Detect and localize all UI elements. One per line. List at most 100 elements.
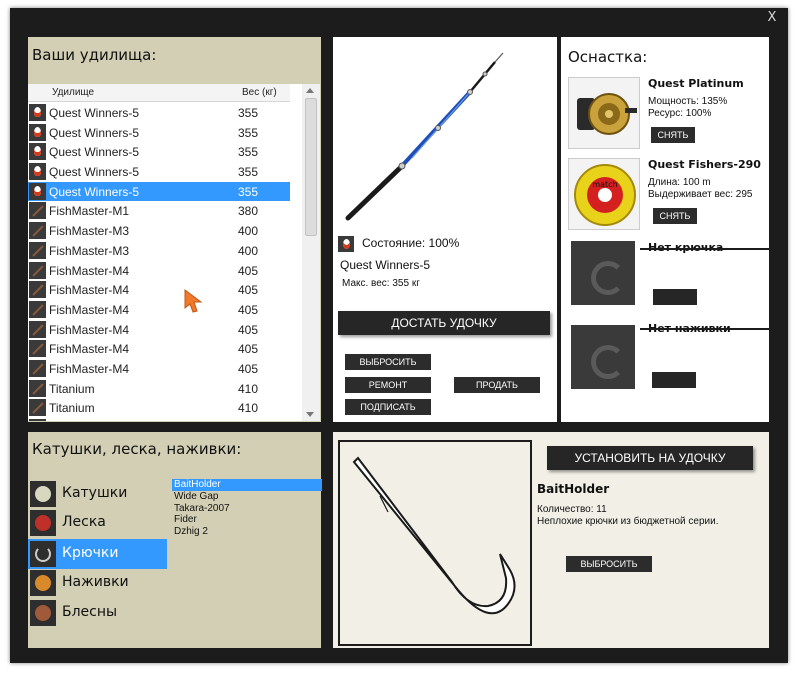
remove-line-button[interactable]: СНЯТЬ (653, 208, 697, 224)
repair-rod-button[interactable]: РЕМОНТ (345, 377, 431, 393)
rod-row[interactable]: FishMaster-M4 405 (28, 261, 290, 281)
rod-row[interactable]: FishMaster-M4 405 (28, 280, 290, 300)
rod-state: Состояние: 100% (338, 236, 459, 252)
cursor-arrow-icon (184, 289, 203, 313)
scroll-thumb[interactable] (305, 98, 317, 236)
quest-rod-icon (29, 143, 46, 161)
category-item[interactable]: Леска (28, 508, 167, 538)
scroll-down-icon[interactable] (306, 412, 314, 417)
category-item[interactable]: Крючки (28, 539, 167, 569)
category-item[interactable]: Наживки (28, 568, 167, 598)
quest-rod-icon (338, 236, 354, 252)
hook-list-item[interactable]: Dzhig 2 (172, 526, 322, 538)
rod-row[interactable]: FishMaster-M3 400 (28, 221, 290, 241)
column-header-rod[interactable]: Удилище (52, 87, 94, 98)
rod-row[interactable]: Titanium410 (28, 379, 290, 399)
hook-description: Неплохие крючки из бюджетной серии. (537, 516, 719, 527)
rod-row[interactable]: Quest Winners-5 355 (28, 103, 290, 123)
tackle-title: Оснастка: (568, 48, 648, 66)
hook-slot-empty-icon[interactable] (571, 241, 635, 305)
hook-list-item[interactable]: BaitHolder (172, 479, 322, 491)
rod-list-scrollbar[interactable] (302, 84, 320, 421)
rod-row[interactable]: Quest Winners-5 355 (28, 123, 290, 143)
rod-row[interactable]: Quest Winners-5 355 (28, 181, 290, 202)
rod-row-weight: 405 (238, 342, 259, 357)
scroll-up-icon[interactable] (306, 88, 314, 93)
line-name: Quest Fishers-290 (648, 158, 761, 171)
rod-icon (29, 379, 46, 397)
category-label: Наживки (62, 574, 129, 590)
remove-reel-button[interactable]: СНЯТЬ (651, 127, 695, 143)
hook-list-item[interactable]: Fider (172, 514, 322, 526)
rod-row[interactable]: Titanium410 (28, 398, 290, 418)
category-label: Блесны (62, 604, 118, 620)
rod-icon (29, 399, 46, 417)
hook-detail-name: BaitHolder (537, 482, 610, 496)
rod-icon (29, 241, 46, 259)
rod-list[interactable]: Удилище Вес (кг) Quest Winners-5 355 Quest… (28, 84, 320, 421)
rod-icon (29, 281, 46, 299)
category-item[interactable]: Катушки (28, 479, 167, 509)
category-label: Катушки (62, 485, 128, 501)
rod-row-weight: 410 (238, 381, 259, 396)
rod-row[interactable]: FishMaster-M4 405 (28, 320, 290, 340)
take-out-rod-button[interactable]: ДОСТАТЬ УДОЧКУ (338, 311, 550, 335)
hook-category-icon (30, 541, 56, 567)
line-category-icon (30, 510, 56, 536)
reel-thumbnail[interactable] (568, 77, 640, 149)
rod-row-weight: 405 (238, 302, 259, 317)
rod-row-name: FishMaster-M3 (49, 224, 130, 239)
close-button[interactable]: X (764, 10, 780, 28)
rod-row-name: Titanium (49, 401, 95, 416)
bait-slot-empty-icon[interactable] (571, 325, 635, 389)
rod-row-name: Quest Winners-5 (49, 184, 140, 199)
rod-row-name: FishMaster-M3 (49, 243, 130, 258)
rod-row[interactable]: FishMaster-M1 380 (28, 201, 290, 221)
category-label: Леска (62, 514, 106, 530)
rod-row[interactable]: FishMaster-M4 405 (28, 359, 290, 379)
rod-row-weight: 405 (238, 263, 259, 278)
quest-rod-icon (29, 163, 46, 181)
rod-row[interactable]: FishMaster-M3 400 (28, 241, 290, 261)
category-item[interactable]: Блесны (28, 598, 167, 628)
reel-power: Мощность: 135% (648, 96, 728, 107)
rod-icon (29, 419, 46, 421)
rod-row[interactable]: Quest Winners-5 355 (28, 162, 290, 182)
hook-quantity: Количество: 11 (537, 504, 607, 515)
rod-icon (29, 300, 46, 318)
rod-row-name: Quest Winners-5 (49, 106, 140, 120)
category-label: Крючки (62, 545, 119, 561)
rod-row-weight: 355 (238, 106, 259, 120)
throw-away-hook-button[interactable]: ВЫБРОСИТЬ (566, 556, 652, 572)
rod-row-weight: 405 (238, 322, 259, 337)
hook-list-item[interactable]: Takara-2007 (172, 503, 322, 515)
throw-away-rod-button[interactable]: ВЫБРОСИТЬ (345, 354, 431, 370)
quest-rod-icon (29, 104, 46, 121)
sell-rod-button[interactable]: ПРОДАТЬ (454, 377, 540, 393)
column-header-weight[interactable]: Вес (кг) (242, 87, 277, 98)
rod-row-weight: 380 (238, 204, 259, 219)
hook-list-item[interactable]: Wide Gap (172, 491, 322, 503)
rod-icon (29, 202, 46, 220)
items-title: Катушки, леска, наживки: (32, 440, 242, 458)
line-thumbnail[interactable]: match (568, 158, 640, 230)
rod-row-name: FishMaster-M4 (49, 322, 130, 337)
rod-icon (29, 340, 46, 358)
hook-list[interactable]: BaitHolder Wide Gap Takara-2007 Fider Dzhig … (172, 479, 322, 538)
rod-icon (29, 320, 46, 338)
rod-row[interactable]: FishMaster-M4 405 (28, 339, 290, 359)
sign-rod-button[interactable]: ПОДПИСАТЬ (345, 399, 431, 415)
install-on-rod-button[interactable]: УСТАНОВИТЬ НА УДОЧКУ (547, 446, 753, 470)
rod-row-name: FishMaster-M4 (49, 263, 130, 278)
hook-slot-connector (640, 248, 770, 250)
rod-row[interactable]: Quest Winners-5 355 (28, 142, 290, 162)
rod-row[interactable]: FishMaster-M4 405 (28, 300, 290, 320)
rod-list-header: Удилище Вес (кг) (28, 84, 290, 102)
rod-max-weight: Макс. вес: 355 кг (342, 278, 420, 289)
rod-row[interactable]: Titanium410 (28, 418, 290, 421)
rod-row-name: Quest Winners-5 (49, 165, 140, 180)
spool-text: match (592, 180, 617, 189)
rod-icon (29, 222, 46, 240)
line-spool-icon: match (574, 164, 636, 226)
rod-state-label: Состояние: 100% (362, 236, 460, 251)
